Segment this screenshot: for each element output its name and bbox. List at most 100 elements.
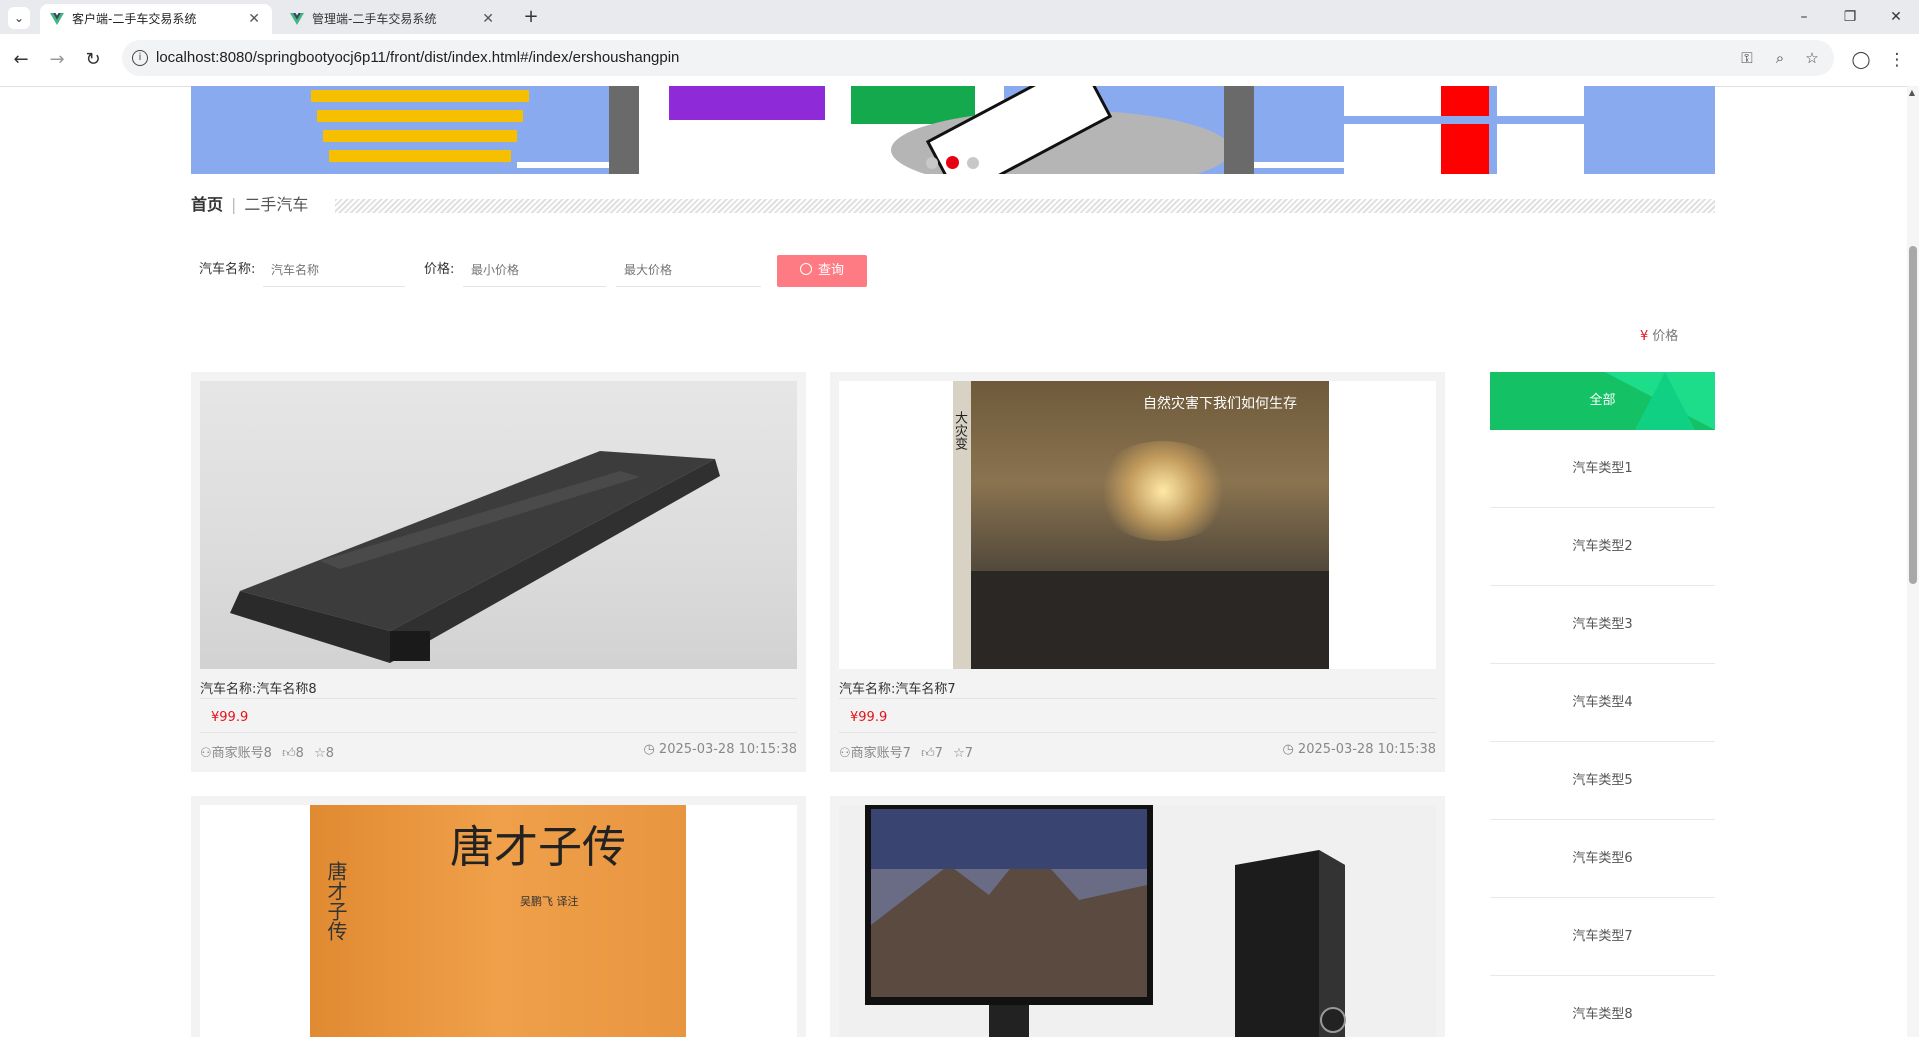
category-item[interactable]: 汽车类型5 xyxy=(1490,742,1715,820)
product-title[interactable]: 汽车名称:汽车名称7 xyxy=(839,678,956,697)
banner-stripe xyxy=(323,130,517,142)
scroll-thumb[interactable] xyxy=(1909,246,1917,584)
product-image-desktop[interactable] xyxy=(839,805,1436,1037)
scroll-up-arrow-icon[interactable]: ▲ xyxy=(1907,88,1917,97)
product-image-book[interactable]: 唐才子传 吴鹏飞 译注 唐才子传 xyxy=(200,805,797,1037)
carousel-indicators xyxy=(926,152,987,169)
tab-title: 管理端-二手车交易系统 xyxy=(312,12,437,26)
banner-blue-line xyxy=(1489,86,1497,174)
tab-admin[interactable]: 管理端-二手车交易系统 ✕ xyxy=(280,4,506,34)
min-price-input[interactable] xyxy=(463,253,606,287)
back-arrow-icon[interactable]: ← xyxy=(8,47,34,73)
bookmark-star-icon[interactable]: ☆ xyxy=(1802,48,1822,68)
card-divider xyxy=(839,698,1436,699)
carousel-dot[interactable] xyxy=(967,156,979,169)
tab-search-dropdown[interactable]: ⌄ xyxy=(8,7,30,29)
product-card[interactable]: 大灾变 自然灾害下我们如何生存 汽车名称:汽车名称7 ¥99.9 ⚇商家账号7 … xyxy=(830,372,1445,772)
profile-icon[interactable]: ◯ xyxy=(1848,47,1874,73)
user-icon: ⚇ xyxy=(200,746,212,761)
product-card[interactable]: 汽车名称:汽车名称8 ¥99.9 ⚇商家账号8 👍︎8 ☆8 ◷ 2025-03… xyxy=(191,372,806,772)
product-time: ◷ 2025-03-28 10:15:38 xyxy=(643,742,797,757)
book-spine-title: 大灾变 xyxy=(953,411,967,450)
category-item[interactable]: 汽车类型3 xyxy=(1490,586,1715,664)
site-info-icon[interactable]: i xyxy=(132,50,148,66)
minimize-button[interactable]: – xyxy=(1781,0,1827,34)
tab-title: 客户端-二手车交易系统 xyxy=(72,12,197,26)
search-icon xyxy=(799,263,812,275)
url-text[interactable]: localhost:8080/springbootyocj6p11/front/… xyxy=(156,40,679,76)
decor-triangle xyxy=(1635,372,1695,430)
browser-toolbar: ← → ↻ i localhost:8080/springbootyocj6p1… xyxy=(0,34,1919,87)
tab-close-icon[interactable]: ✕ xyxy=(482,4,494,34)
tab-customer[interactable]: 客户端-二手车交易系统 ✕ xyxy=(40,4,272,34)
like-count: 7 xyxy=(934,746,943,761)
breadcrumb: 首页 | 二手汽车 xyxy=(191,194,308,216)
page-scrollbar[interactable]: ▲ xyxy=(1907,86,1919,1037)
category-item[interactable]: 汽车类型8 xyxy=(1490,976,1715,1037)
category-item[interactable]: 汽车类型7 xyxy=(1490,898,1715,976)
tab-close-icon[interactable]: ✕ xyxy=(248,4,260,34)
card-divider xyxy=(839,732,1436,733)
close-window-button[interactable]: ✕ xyxy=(1873,0,1919,34)
category-item[interactable]: 汽车类型4 xyxy=(1490,664,1715,742)
book-title-large: 唐才子传 xyxy=(450,822,626,873)
category-item[interactable]: 汽车类型1 xyxy=(1490,430,1715,508)
product-time: ◷ 2025-03-28 10:15:38 xyxy=(1282,742,1436,757)
user-icon: ⚇ xyxy=(839,746,851,761)
vue-favicon-icon xyxy=(50,13,64,25)
carousel-dot-active[interactable] xyxy=(946,156,959,169)
reload-icon[interactable]: ↻ xyxy=(80,47,106,73)
category-item[interactable]: 汽车类型6 xyxy=(1490,820,1715,898)
favorite-count: 7 xyxy=(964,746,974,761)
banner-line xyxy=(1254,162,1344,168)
book-cover: 大灾变 自然灾害下我们如何生存 xyxy=(953,381,1329,669)
yen-icon: ¥ xyxy=(1640,329,1649,344)
max-price-input[interactable] xyxy=(616,253,761,287)
like-count: 8 xyxy=(295,746,304,761)
product-title[interactable]: 汽车名称:汽车名称8 xyxy=(200,678,317,697)
timestamp: 2025-03-28 10:15:38 xyxy=(1297,742,1436,757)
banner-purple-block xyxy=(669,86,825,120)
breadcrumb-separator: | xyxy=(231,195,237,214)
search-button-label: 查询 xyxy=(817,263,844,278)
product-card[interactable]: 唐才子传 吴鹏飞 译注 唐才子传 xyxy=(191,796,806,1037)
thumbs-up-icon: 👍︎ xyxy=(921,746,935,761)
breadcrumb-home[interactable]: 首页 xyxy=(191,195,223,214)
restore-button[interactable]: ❐ xyxy=(1827,0,1873,34)
forward-arrow-icon[interactable]: → xyxy=(44,47,70,73)
star-icon: ☆ xyxy=(953,746,965,761)
new-tab-button[interactable]: + xyxy=(518,4,544,30)
password-key-icon[interactable]: ⚿ xyxy=(1737,48,1757,68)
name-label: 汽车名称: xyxy=(199,262,256,277)
sun-glow xyxy=(1093,441,1233,541)
category-all[interactable]: 全部 xyxy=(1490,372,1715,430)
merchant-account: 商家账号7 xyxy=(850,746,911,761)
sort-price-label: 价格 xyxy=(1652,329,1679,344)
car-name-input[interactable] xyxy=(263,253,405,287)
merchant-account: 商家账号8 xyxy=(211,746,272,761)
product-meta: ⚇商家账号8 👍︎8 ☆8 xyxy=(200,742,334,761)
zoom-icon[interactable]: ⌕ xyxy=(1770,48,1790,68)
vue-favicon-icon xyxy=(290,13,304,25)
banner-pillar xyxy=(609,86,639,174)
desktop-illustration xyxy=(865,805,1346,1037)
breadcrumb-current: 二手汽车 xyxy=(244,195,309,214)
search-button[interactable]: 查询 xyxy=(777,255,867,287)
product-card[interactable] xyxy=(830,796,1445,1037)
price-label: 价格: xyxy=(424,262,455,277)
banner-stripe xyxy=(329,150,511,162)
product-image-laptop[interactable] xyxy=(200,381,797,669)
browser-tab-bar: ⌄ 客户端-二手车交易系统 ✕ 管理端-二手车交易系统 ✕ + – ❐ ✕ xyxy=(0,0,1919,34)
book-author: 吴鹏飞 译注 xyxy=(520,895,579,908)
menu-kebab-icon[interactable]: ⋮ xyxy=(1884,47,1910,73)
thumbs-up-icon: 👍︎ xyxy=(282,746,296,761)
carousel-dot[interactable] xyxy=(926,156,938,169)
book-cover-title: 自然灾害下我们如何生存 xyxy=(1143,396,1297,412)
sort-by-price[interactable]: ¥ 价格 xyxy=(1640,325,1678,344)
clock-icon: ◷ xyxy=(1282,742,1294,757)
category-item[interactable]: 汽车类型2 xyxy=(1490,508,1715,586)
product-image-book[interactable]: 大灾变 自然灾害下我们如何生存 xyxy=(839,381,1436,669)
address-bar[interactable]: i localhost:8080/springbootyocj6p11/fron… xyxy=(122,40,1834,76)
card-divider xyxy=(200,732,797,733)
banner-red-block xyxy=(1441,86,1489,174)
